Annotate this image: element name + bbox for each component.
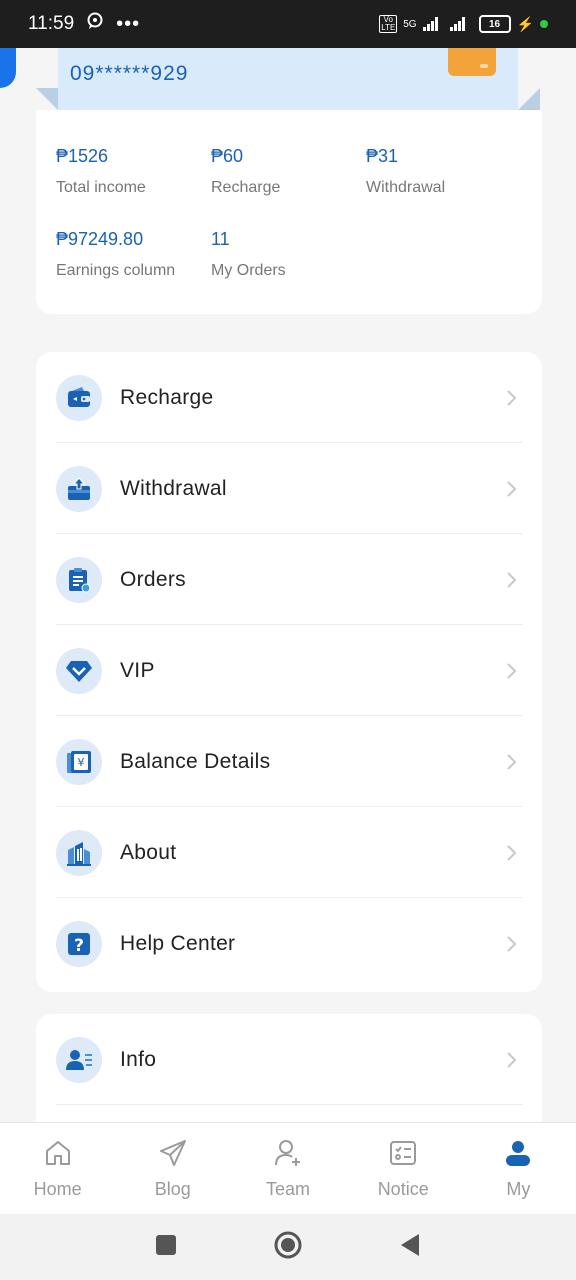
- stat-value: ₱60: [211, 146, 244, 166]
- stat-total-income: ₱1526 Total income: [56, 146, 211, 197]
- volte-icon: Vo LTE: [379, 15, 398, 33]
- status-bar: 11:59 ••• Vo LTE 5G 16 ⚡: [0, 0, 576, 48]
- header-decoration: [0, 48, 16, 88]
- card-chip-icon: [448, 48, 496, 76]
- profile-icon: [56, 1036, 102, 1083]
- checklist-icon: [388, 1138, 418, 1173]
- system-nav-bar: [0, 1214, 576, 1280]
- chevron-right-icon: [506, 935, 518, 958]
- question-icon: ?: [56, 920, 102, 967]
- tab-label: Team: [266, 1179, 311, 1199]
- withdraw-icon: [56, 465, 102, 512]
- account-number: 09******929: [70, 62, 189, 85]
- tab-blog[interactable]: Blog: [115, 1123, 230, 1215]
- stat-label: My Orders: [211, 262, 286, 279]
- stat-recharge: ₱60 Recharge: [211, 146, 366, 197]
- menu-item-recharge[interactable]: Recharge: [36, 352, 542, 443]
- home-icon: [43, 1138, 73, 1173]
- recents-button[interactable]: [155, 1234, 177, 1261]
- menu-item-vip[interactable]: VIP: [36, 625, 542, 716]
- paper-plane-icon: [158, 1138, 188, 1173]
- building-icon: [56, 829, 102, 876]
- menu-label: Balance Details: [120, 749, 271, 773]
- chevron-right-icon: [506, 1051, 518, 1074]
- account-card: 09******929: [58, 48, 518, 110]
- menu-item-balance-details[interactable]: ¥ Balance Details: [36, 716, 542, 807]
- menu-item-help-center[interactable]: ? Help Center: [36, 898, 542, 989]
- signal-icon-2: [449, 17, 465, 31]
- stat-value: ₱31: [366, 146, 399, 166]
- wallet-icon: [56, 374, 102, 421]
- tab-home[interactable]: Home: [0, 1123, 115, 1215]
- stat-withdrawal: ₱31 Withdrawal: [366, 146, 521, 197]
- bottom-tab-bar: Home Blog Team Notice My: [0, 1122, 576, 1215]
- menu-label: Recharge: [120, 385, 214, 409]
- stat-label: Total income: [56, 179, 146, 196]
- chevron-right-icon: [506, 662, 518, 685]
- divider: [56, 1104, 522, 1105]
- menu-label: Withdrawal: [120, 476, 227, 500]
- network-type: 5G: [403, 18, 417, 30]
- stat-label: Earnings column: [56, 262, 176, 279]
- card-flap-left: [36, 88, 58, 110]
- chevron-right-icon: [506, 753, 518, 776]
- stat-value: ₱1526: [56, 146, 109, 166]
- menu-item-about[interactable]: About: [36, 807, 542, 898]
- person-icon: [503, 1138, 533, 1173]
- menu-list: Recharge Withdrawal Orders VIP ¥ Balance…: [36, 352, 542, 992]
- stat-value: 11: [211, 229, 230, 249]
- chevron-right-icon: [506, 389, 518, 412]
- menu-item-info[interactable]: Info: [36, 1014, 542, 1105]
- menu-label: About: [120, 840, 177, 864]
- menu-item-withdrawal[interactable]: Withdrawal: [36, 443, 542, 534]
- more-dots-icon: •••: [116, 12, 141, 35]
- menu-label: Info: [120, 1047, 157, 1071]
- chevron-right-icon: [506, 480, 518, 503]
- svg-text:?: ?: [74, 936, 84, 956]
- card-flap-right: [518, 88, 540, 110]
- tab-label: Blog: [154, 1179, 191, 1199]
- diamond-icon: [56, 647, 102, 694]
- tab-label: Notice: [377, 1179, 429, 1199]
- status-time: 11:59: [28, 13, 75, 34]
- menu-label: Help Center: [120, 931, 236, 955]
- signal-icon: [422, 17, 438, 31]
- back-button[interactable]: [399, 1233, 421, 1262]
- menu-item-orders[interactable]: Orders: [36, 534, 542, 625]
- ledger-icon: ¥: [56, 738, 102, 785]
- home-button[interactable]: [273, 1230, 303, 1265]
- chevron-right-icon: [506, 844, 518, 867]
- menu-label: VIP: [120, 658, 155, 682]
- battery-icon: 16: [478, 15, 511, 33]
- tab-team[interactable]: Team: [230, 1123, 345, 1215]
- stat-earnings-column: ₱97249.80 Earnings column: [56, 229, 211, 280]
- tab-my[interactable]: My: [461, 1123, 576, 1215]
- charging-icon: ⚡: [516, 15, 534, 32]
- privacy-dot-icon: [540, 20, 548, 28]
- tab-label: Home: [33, 1179, 82, 1199]
- add-user-icon: [273, 1138, 303, 1173]
- tab-notice[interactable]: Notice: [346, 1123, 461, 1215]
- chevron-right-icon: [506, 571, 518, 594]
- stat-my-orders[interactable]: 11 My Orders: [211, 229, 366, 280]
- svg-text:¥: ¥: [78, 756, 85, 769]
- stat-label: Recharge: [211, 179, 281, 196]
- menu-list-secondary: Info: [36, 1014, 542, 1134]
- stat-label: Withdrawal: [366, 179, 446, 196]
- stat-value: ₱97249.80: [56, 229, 144, 249]
- tab-label: My: [506, 1179, 531, 1199]
- clipboard-icon: [56, 556, 102, 603]
- stats-panel: ₱1526 Total income ₱60 Recharge ₱31 With…: [36, 110, 542, 314]
- chat-bubble-icon: [86, 12, 104, 36]
- menu-label: Orders: [120, 567, 186, 591]
